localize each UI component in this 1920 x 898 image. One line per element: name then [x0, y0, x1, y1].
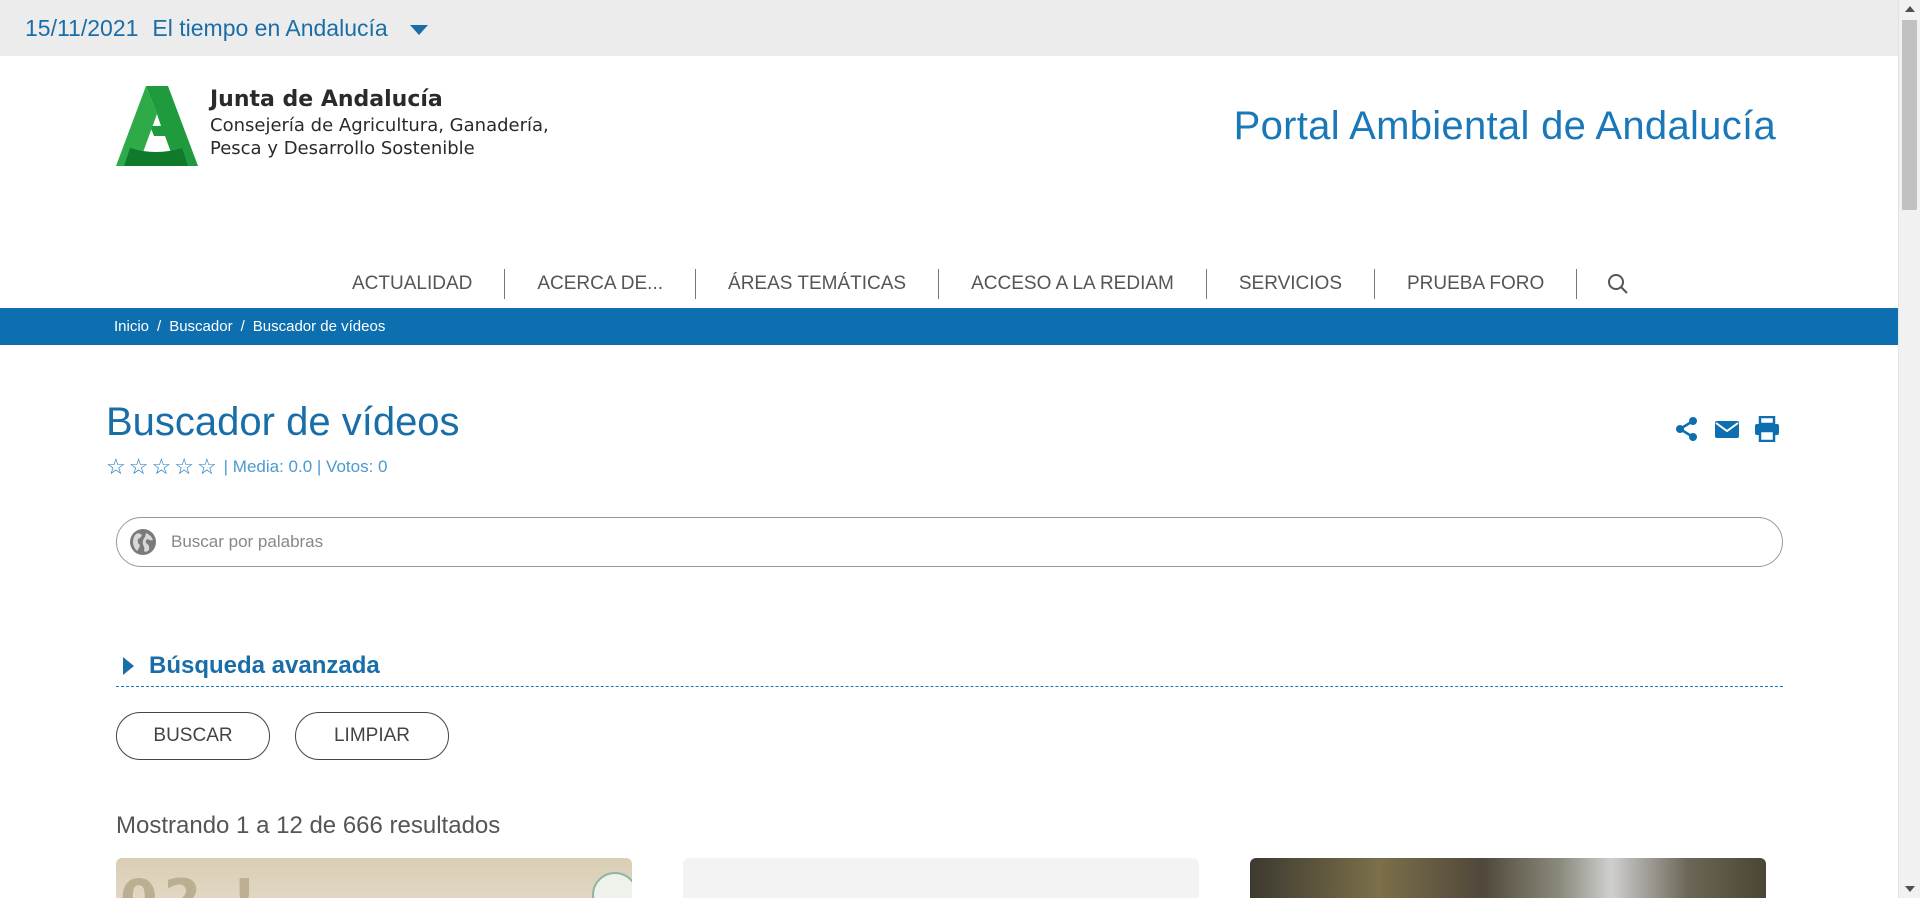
star-icon[interactable]: ☆: [174, 454, 194, 480]
scroll-up-icon[interactable]: [1905, 6, 1915, 12]
search-field: [116, 517, 1783, 567]
dept-line-1: Consejería de Agricultura, Ganadería,: [210, 115, 549, 136]
scroll-down-icon[interactable]: [1905, 886, 1915, 892]
advanced-search-toggle[interactable]: Búsqueda avanzada: [116, 646, 1783, 687]
video-thumbnail-text: 02 !: [120, 868, 263, 898]
nav-item-actualidad[interactable]: ACTUALIDAD: [320, 269, 504, 299]
video-card[interactable]: [683, 858, 1199, 898]
search-button[interactable]: BUSCAR: [116, 712, 270, 760]
clear-button[interactable]: LIMPIAR: [295, 712, 449, 760]
search-input[interactable]: [171, 532, 1671, 552]
globe-icon: [130, 529, 156, 555]
page-tools: [1674, 416, 1780, 442]
breadcrumb: Inicio / Buscador / Buscador de vídeos: [0, 308, 1898, 345]
page-scrollbar[interactable]: [1898, 0, 1920, 898]
portal-title[interactable]: Portal Ambiental de Andalucía: [1234, 104, 1776, 149]
main-nav: ACTUALIDAD ACERCA DE... ÁREAS TEMÁTICAS …: [320, 268, 1659, 300]
breadcrumb-buscador[interactable]: Buscador: [169, 318, 232, 335]
star-icon[interactable]: ☆: [151, 454, 171, 480]
breadcrumb-separator: /: [157, 318, 162, 335]
page-title: Buscador de vídeos: [106, 400, 460, 444]
mail-icon[interactable]: [1714, 416, 1740, 442]
breadcrumb-current[interactable]: Buscador de vídeos: [253, 318, 386, 335]
nav-item-acerca-de[interactable]: ACERCA DE...: [505, 269, 695, 299]
org-name: Junta de Andalucía: [210, 87, 443, 112]
weather-link[interactable]: El tiempo en Andalucía: [152, 15, 387, 42]
print-icon[interactable]: [1754, 416, 1780, 442]
dept-line-2: Pesca y Desarrollo Sostenible: [210, 138, 475, 159]
caret-right-icon: [123, 657, 134, 675]
chevron-down-icon[interactable]: [409, 24, 428, 35]
star-icon[interactable]: ☆: [106, 454, 126, 480]
search-icon: [1608, 274, 1628, 294]
advanced-search-label: Búsqueda avanzada: [149, 652, 380, 679]
rating-widget: ☆ ☆ ☆ ☆ ☆ | Media: 0.0 | Votos: 0: [106, 454, 388, 480]
rating-meta: | Media: 0.0 | Votos: 0: [223, 457, 388, 476]
video-thumbnail-seal: [592, 872, 632, 898]
video-card[interactable]: [1250, 858, 1766, 898]
results-summary: Mostrando 1 a 12 de 666 resultados: [116, 812, 501, 839]
star-icon[interactable]: ☆: [197, 454, 217, 480]
nav-item-areas-tematicas[interactable]: ÁREAS TEMÁTICAS: [696, 269, 938, 299]
share-icon[interactable]: [1674, 416, 1700, 442]
breadcrumb-inicio[interactable]: Inicio: [114, 318, 149, 335]
nav-item-prueba-foro[interactable]: PRUEBA FORO: [1375, 269, 1576, 299]
star-icon[interactable]: ☆: [129, 454, 149, 480]
nav-search-button[interactable]: [1577, 273, 1659, 295]
junta-logo-icon: [116, 86, 198, 166]
current-date: 15/11/2021: [25, 14, 139, 41]
junta-logo-text: Junta de Andalucía Consejería de Agricul…: [210, 86, 549, 160]
nav-item-acceso-rediam[interactable]: ACCESO A LA REDIAM: [939, 269, 1206, 299]
weather-bar: 15/11/2021 El tiempo en Andalucía: [0, 0, 1898, 56]
breadcrumb-separator: /: [240, 318, 245, 335]
nav-item-servicios[interactable]: SERVICIOS: [1207, 269, 1374, 299]
scrollbar-thumb[interactable]: [1902, 20, 1917, 210]
junta-logo[interactable]: Junta de Andalucía Consejería de Agricul…: [116, 86, 549, 166]
video-card[interactable]: 02 !: [116, 858, 632, 898]
